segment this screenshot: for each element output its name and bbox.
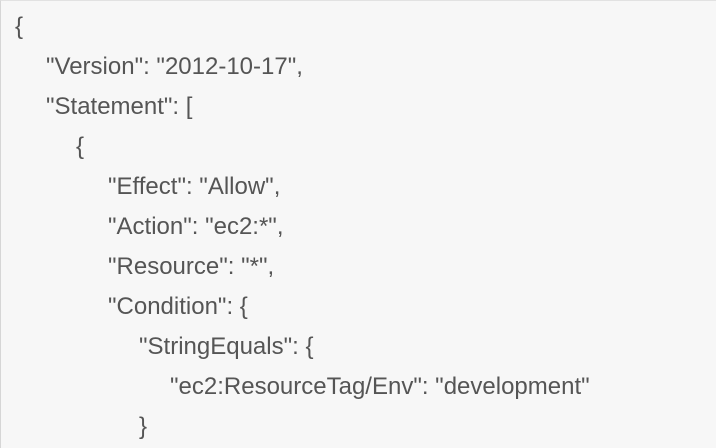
- code-line-string-equals: "StringEquals": {: [139, 333, 314, 360]
- code-line-version: "Version": "2012-10-17",: [46, 53, 303, 80]
- code-line-statement-open: {: [76, 133, 85, 160]
- code-line-resource: "Resource": "*",: [108, 253, 275, 280]
- code-line-action: "Action": "ec2:*",: [108, 213, 284, 240]
- code-line-condition: "Condition": {: [108, 293, 248, 320]
- json-policy-viewer: { "Version": "2012-10-17", "Statement": …: [0, 0, 716, 448]
- code-line-statement: "Statement": [: [46, 93, 193, 120]
- code-line-close-brace: }: [139, 413, 148, 440]
- code-line-resource-tag: "ec2:ResourceTag/Env": "development": [170, 373, 590, 400]
- code-line-effect: "Effect": "Allow",: [108, 173, 281, 200]
- code-line-open-brace: {: [15, 13, 24, 40]
